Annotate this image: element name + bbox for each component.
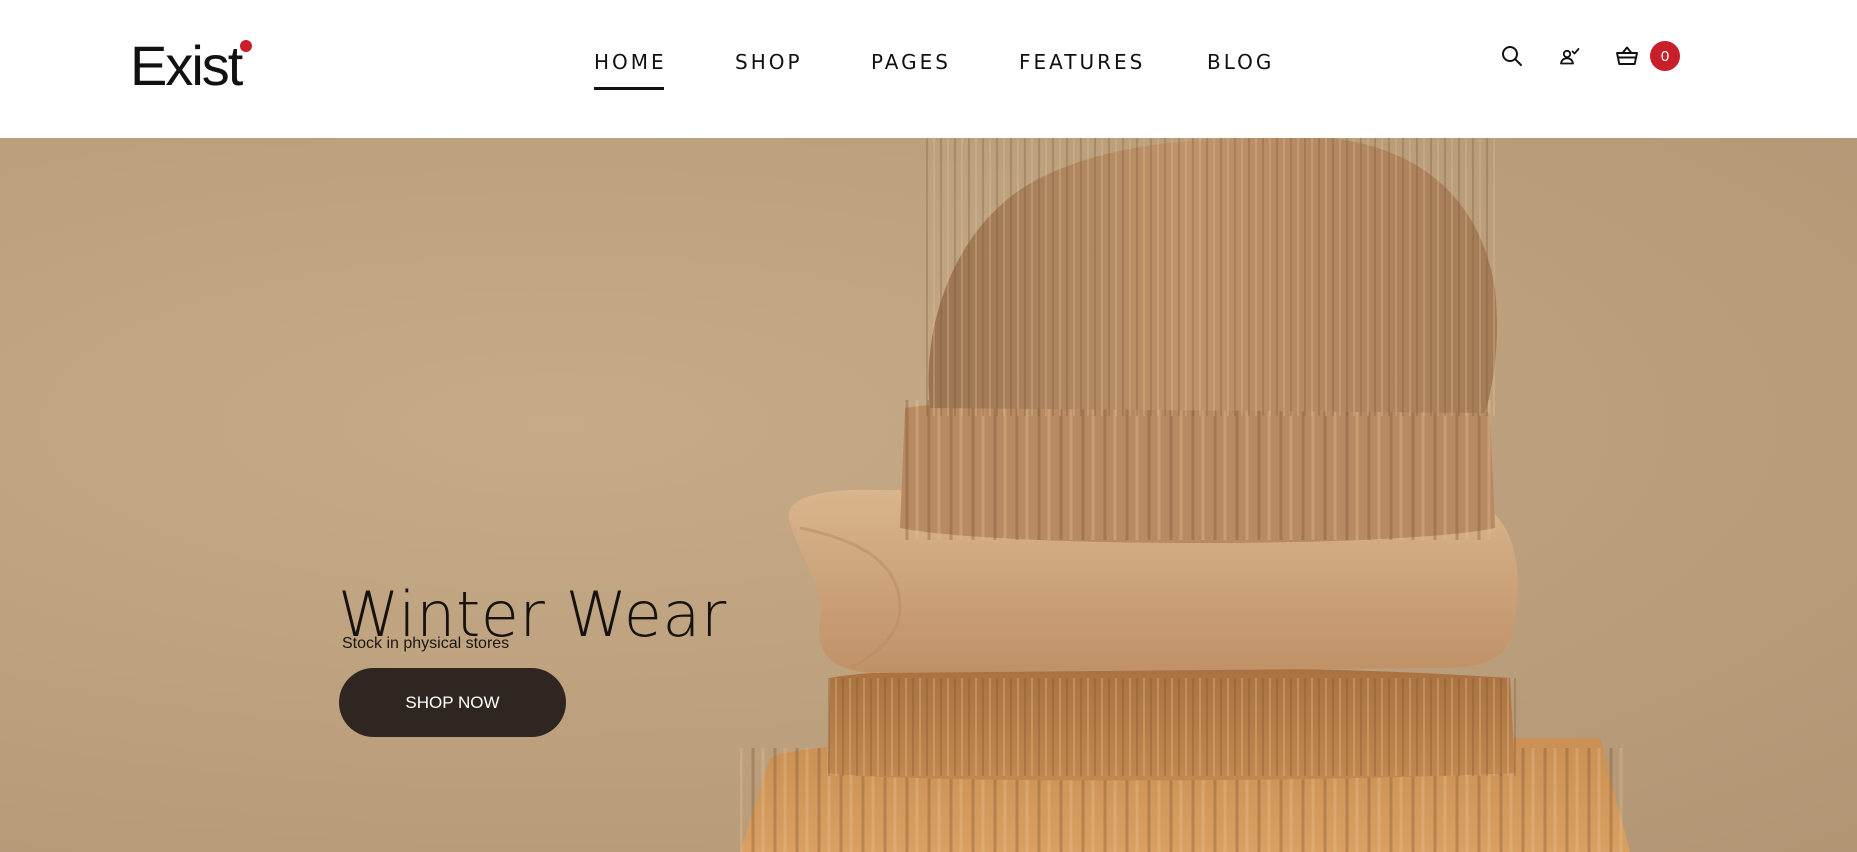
hero-subtitle: Stock in physical stores: [342, 635, 510, 652]
user-check-icon[interactable]: [1554, 40, 1586, 72]
nav-item-home[interactable]: HOME: [594, 50, 667, 90]
shop-now-button[interactable]: SHOP NOW: [339, 668, 566, 737]
knit-wear-hero-image: [740, 138, 1630, 852]
search-icon[interactable]: [1496, 40, 1528, 72]
nav-item-features[interactable]: FEATURES: [1019, 50, 1145, 74]
nav-item-blog[interactable]: BLOG: [1207, 50, 1274, 74]
nav-item-pages[interactable]: PAGES: [871, 50, 951, 74]
basket-icon[interactable]: [1611, 40, 1643, 72]
logo[interactable]: Exist: [130, 34, 243, 98]
hero-banner: Winter Wear Stock in physical stores SHO…: [0, 138, 1857, 852]
logo-dot: [240, 40, 252, 52]
nav-item-shop[interactable]: SHOP: [735, 50, 803, 74]
cart-count-badge[interactable]: 0: [1650, 41, 1680, 71]
site-header: Exist HOME SHOP PAGES FEATURES BLOG 0: [0, 0, 1857, 138]
